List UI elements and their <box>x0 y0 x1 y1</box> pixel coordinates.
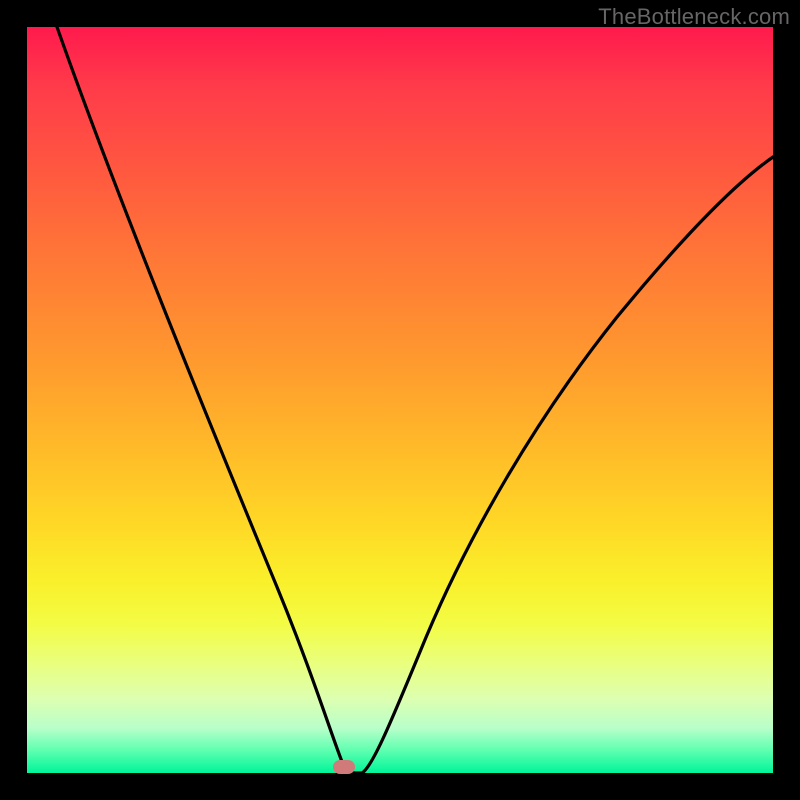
bottleneck-curve <box>27 27 773 773</box>
curve-path <box>57 27 773 773</box>
chart-frame: TheBottleneck.com <box>0 0 800 800</box>
watermark-text: TheBottleneck.com <box>598 4 790 30</box>
optimum-marker <box>333 760 355 774</box>
